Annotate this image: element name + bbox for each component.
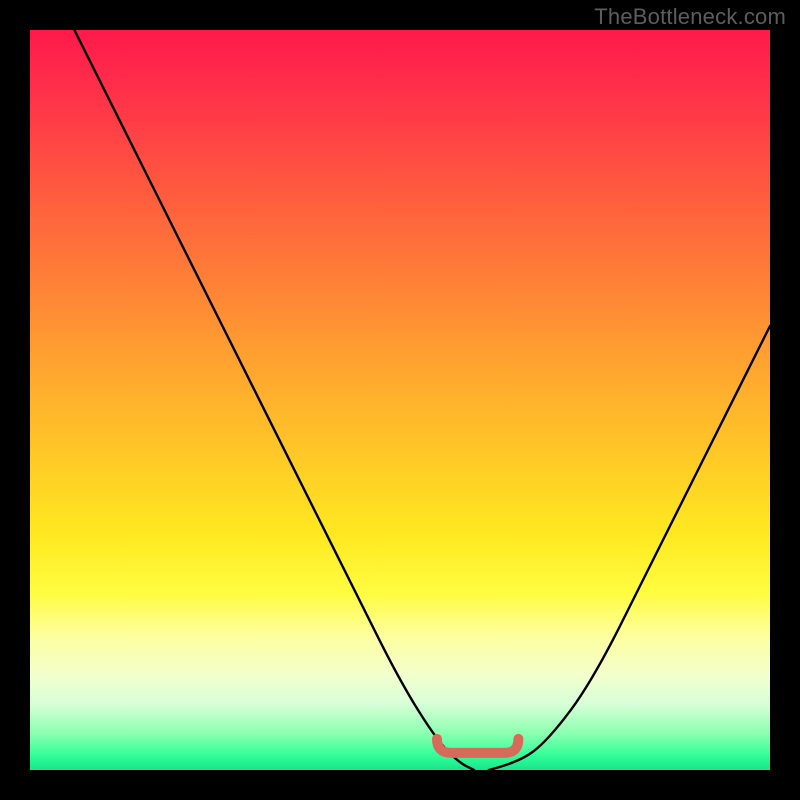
bottleneck-curve-left [74,30,474,770]
plot-area [30,30,770,770]
trough-highlight [437,739,518,753]
curve-svg [30,30,770,770]
chart-frame: TheBottleneck.com [0,0,800,800]
bottleneck-curve-right [489,326,770,770]
watermark-text: TheBottleneck.com [594,4,786,30]
